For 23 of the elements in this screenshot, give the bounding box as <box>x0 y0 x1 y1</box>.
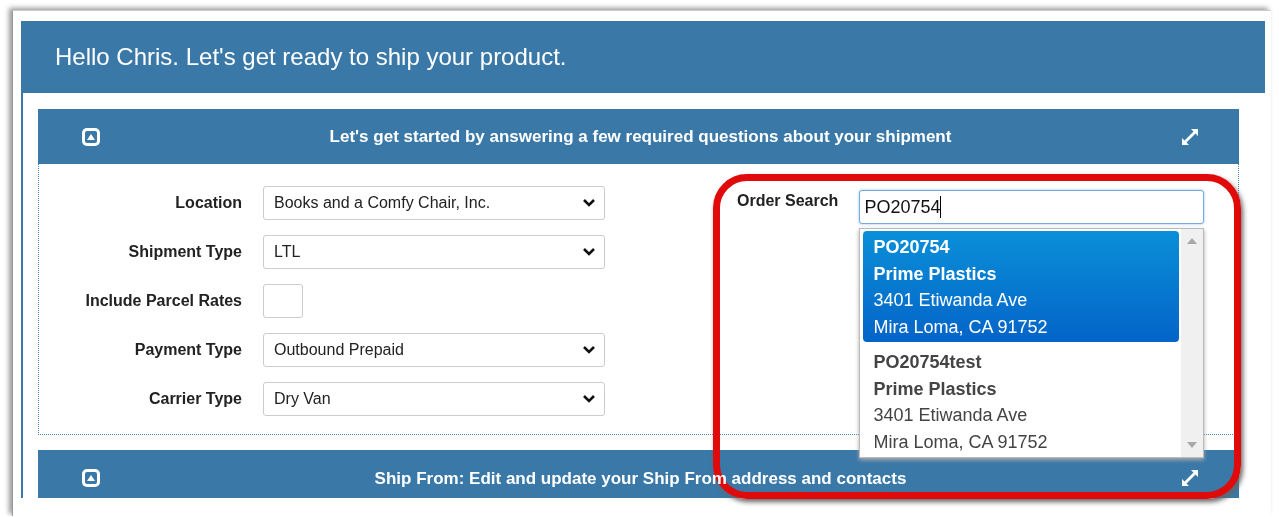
chevron-down-icon[interactable] <box>582 394 596 404</box>
field-label: Shipment Type <box>127 243 242 261</box>
suggestion-item[interactable]: PO20754test Prime Plastics 3401 Etiwanda Ave Mira Loma, CA 91752 <box>863 346 1180 457</box>
expand-icon[interactable] <box>1179 467 1201 489</box>
checkbox[interactable] <box>263 284 303 318</box>
dropdown-field[interactable]: Dry Van <box>263 382 605 416</box>
dropdown-field[interactable]: LTL <box>263 235 605 269</box>
chevron-down-icon[interactable] <box>582 198 596 208</box>
collapse-icon[interactable] <box>80 125 102 148</box>
field-label: Payment Type <box>133 341 242 359</box>
field-label: Order Search <box>737 191 839 210</box>
collapse-icon[interactable] <box>80 467 102 489</box>
chevron-down-icon[interactable] <box>582 345 596 355</box>
section-title: Let's get started by answering a few required questions about your shipment <box>328 126 953 147</box>
search-field[interactable]: PO20754 <box>859 190 1205 224</box>
field-label: Carrier Type <box>147 390 242 408</box>
dropdown-field[interactable]: Outbound Prepaid <box>263 333 605 367</box>
chevron-down-icon[interactable] <box>582 247 596 257</box>
greeting-title: Hello Chris. Let's get ready to ship your product. <box>55 43 567 71</box>
suggestion-item[interactable]: PO20754 Prime Plastics 3401 Etiwanda Ave Mira Loma, CA 91752 <box>863 231 1180 342</box>
field-label: Include Parcel Rates <box>84 292 242 310</box>
field-label: Location <box>174 194 242 212</box>
dropdown-field[interactable]: Books and a Comfy Chair, Inc. <box>263 186 605 220</box>
